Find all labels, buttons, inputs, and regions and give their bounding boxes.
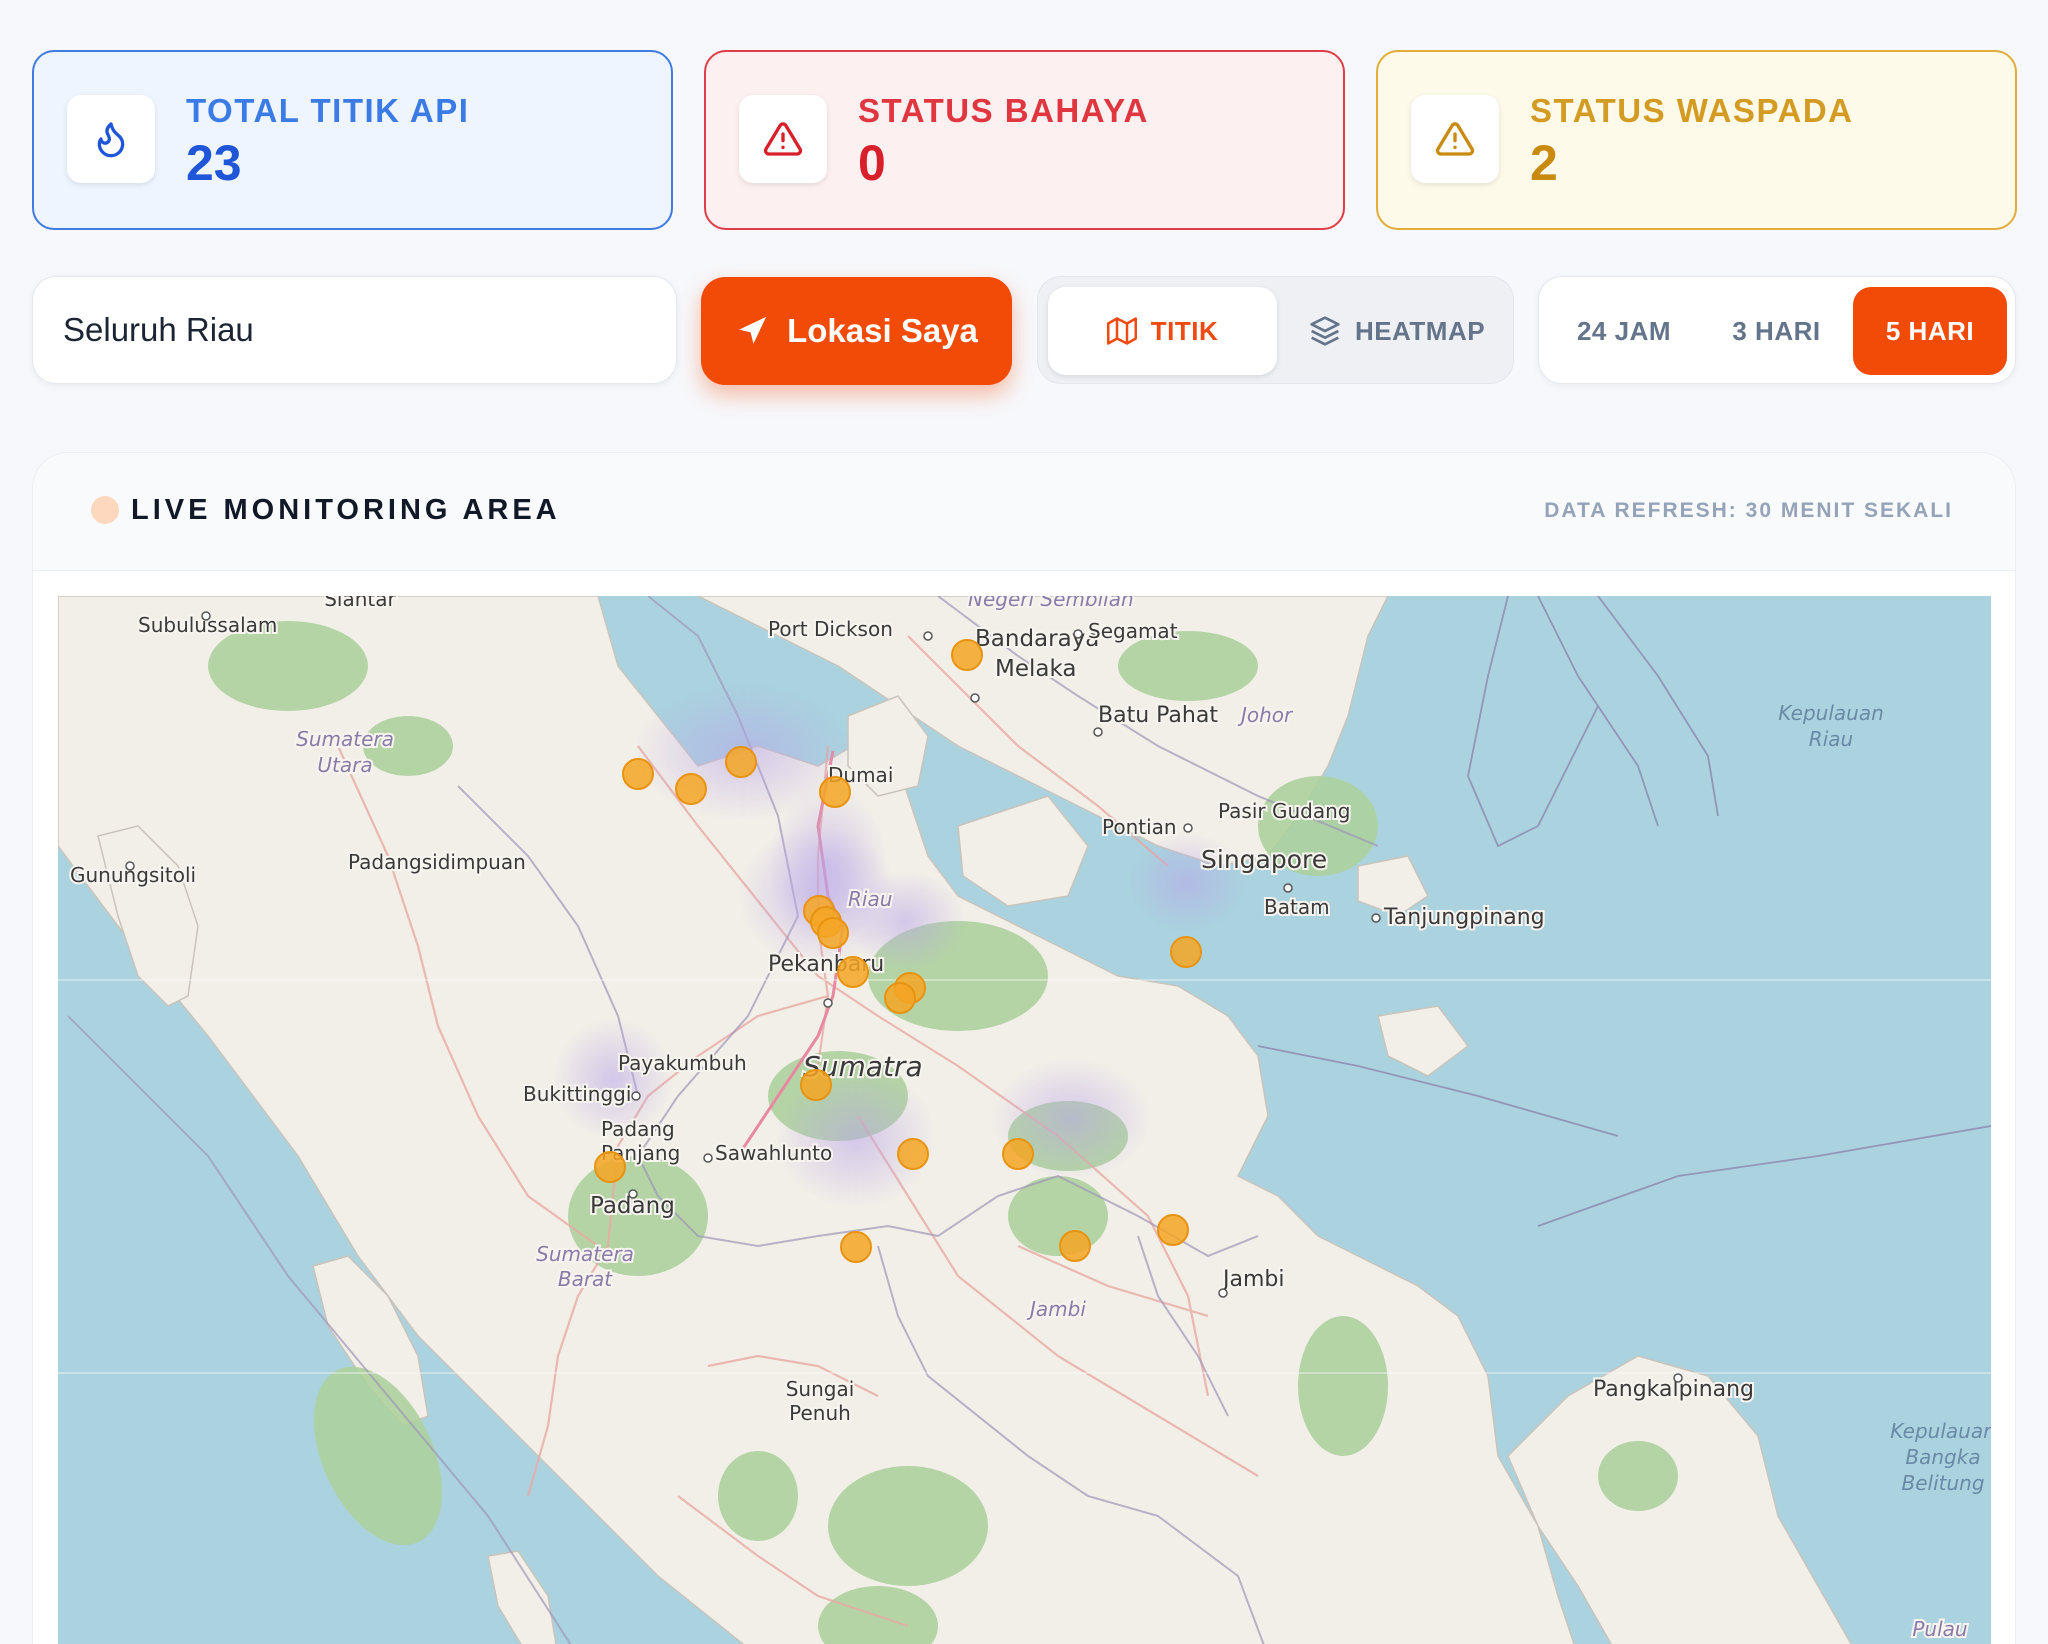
map-label-bangka-3: Belitung (1901, 1471, 1984, 1495)
time-range-toggle: 24 JAM 3 HARI 5 HARI (1538, 276, 2016, 384)
monitoring-header: LIVE MONITORING AREA DATA REFRESH: 30 ME… (33, 453, 2015, 571)
hotspot-marker (819, 776, 851, 808)
map-label-jambi-province: Jambi (1026, 1297, 1086, 1321)
hotspot-marker (817, 917, 849, 949)
map-label-pasir-gudang: Pasir Gudang (1218, 799, 1350, 823)
map-label-pulau: Pulau (1912, 1617, 1967, 1641)
map-label-segamat: Segamat (1088, 619, 1178, 643)
map-icon (1106, 317, 1137, 345)
map-label-bukittinggi: Bukittinggi (523, 1082, 631, 1106)
flame-icon (67, 95, 155, 183)
live-monitoring-panel: LIVE MONITORING AREA DATA REFRESH: 30 ME… (32, 452, 2016, 1644)
hotspot-marker (800, 1069, 832, 1101)
stat-value: 2 (1530, 135, 1558, 191)
map-label-kepulauan-riau-2: Riau (1809, 727, 1853, 751)
navigation-arrow-icon (739, 316, 767, 344)
map-label-riau: Riau (848, 887, 892, 911)
view-option-label: HEATMAP (1354, 315, 1486, 346)
map-label-sumatera-barat-2: Barat (558, 1267, 613, 1291)
hotspot-marker (594, 1151, 626, 1183)
map-label-siantar: Siantar (324, 596, 396, 611)
hotspot-marker (951, 639, 983, 671)
monitoring-title: LIVE MONITORING AREA (131, 494, 561, 526)
map-label-padangsidimpuan: Padangsidimpuan (348, 850, 526, 874)
map-label-batu-pahat: Batu Pahat (1098, 703, 1218, 728)
range-option-24h[interactable]: 24 JAM (1549, 287, 1699, 375)
map-label-padang-panjang-1: Padang (601, 1117, 675, 1141)
hotspot-marker (897, 1138, 929, 1170)
stat-card-total-hotspots: TOTAL TITIK API 23 (32, 50, 673, 230)
map-label-kepulauan-riau-1: Kepulauan (1778, 701, 1884, 725)
view-option-titik[interactable]: TITIK (1048, 287, 1277, 375)
map-label-sumatera-utara-2: Utara (317, 753, 372, 777)
map-label-sungai-penuh-2: Penuh (789, 1401, 851, 1425)
map-label-bangka-2: Bangka (1905, 1445, 1980, 1469)
view-option-heatmap[interactable]: HEATMAP (1287, 287, 1507, 375)
map-label-singapore: Singapore (1201, 845, 1327, 874)
hotspot-marker (1059, 1230, 1091, 1262)
stat-label: TOTAL TITIK API (186, 92, 470, 129)
map-label-jambi-city: Jambi (1221, 1267, 1284, 1292)
hotspot-map[interactable]: Siantar Subulussalam Port Dickson Negeri… (58, 596, 1991, 1644)
hotspot-marker (1157, 1214, 1189, 1246)
range-option-3d[interactable]: 3 HARI (1704, 287, 1849, 375)
map-label-sawahlunto: Sawahlunto (715, 1141, 832, 1165)
map-label-pangkalpinang: Pangkalpinang (1593, 1377, 1754, 1402)
stat-label: STATUS WASPADA (1530, 92, 1854, 129)
stat-card-alert-status: STATUS WASPADA 2 (1376, 50, 2017, 230)
map-label-johor: Johor (1237, 703, 1294, 727)
map-label-sumatera-utara-1: Sumatera (296, 727, 394, 751)
hotspot-marker (1002, 1138, 1034, 1170)
view-option-label: TITIK (1150, 315, 1219, 346)
my-location-label: Lokasi Saya (787, 312, 978, 349)
stat-card-danger-status: STATUS BAHAYA 0 (704, 50, 1345, 230)
map-label-sumatera-barat-1: Sumatera (536, 1242, 634, 1266)
alert-triangle-icon (1411, 95, 1499, 183)
stat-value: 0 (858, 135, 886, 191)
stat-value: 23 (186, 135, 242, 191)
hotspot-marker (622, 758, 654, 790)
map-label-bandaraya: Bandaraya (975, 626, 1099, 652)
map-label-port-dickson: Port Dickson (768, 617, 893, 641)
range-option-5d[interactable]: 5 HARI (1853, 287, 2007, 375)
hotspot-marker (884, 982, 916, 1014)
hotspot-marker (725, 746, 757, 778)
layers-icon (1310, 316, 1340, 346)
hotspot-marker (675, 773, 707, 805)
map-label-sungai-penuh-1: Sungai (786, 1377, 855, 1401)
map-label-batam: Batam (1264, 895, 1330, 919)
hotspot-marker (837, 956, 869, 988)
refresh-info: DATA REFRESH: 30 MENIT SEKALI (1544, 499, 1953, 522)
region-select-value: Seluruh Riau (63, 311, 254, 348)
map-label-tanjungpinang: Tanjungpinang (1383, 905, 1545, 930)
hotspot-marker (840, 1231, 872, 1263)
map-label-negeri-sembilan: Negeri Sembilan (968, 596, 1134, 611)
map-label-pontian: Pontian (1102, 815, 1177, 839)
stat-label: STATUS BAHAYA (858, 92, 1149, 129)
hotspot-marker (1170, 936, 1202, 968)
my-location-button[interactable]: Lokasi Saya (701, 277, 1012, 385)
view-mode-toggle: TITIK HEATMAP (1037, 276, 1514, 384)
live-indicator-dot (91, 496, 119, 524)
map-label-melaka: Melaka (995, 656, 1077, 682)
map-label-bangka-1: Kepulauan (1890, 1419, 1991, 1443)
map-label-payakumbuh: Payakumbuh (618, 1051, 747, 1075)
region-select[interactable]: Seluruh Riau (32, 276, 677, 384)
alert-triangle-icon (739, 95, 827, 183)
